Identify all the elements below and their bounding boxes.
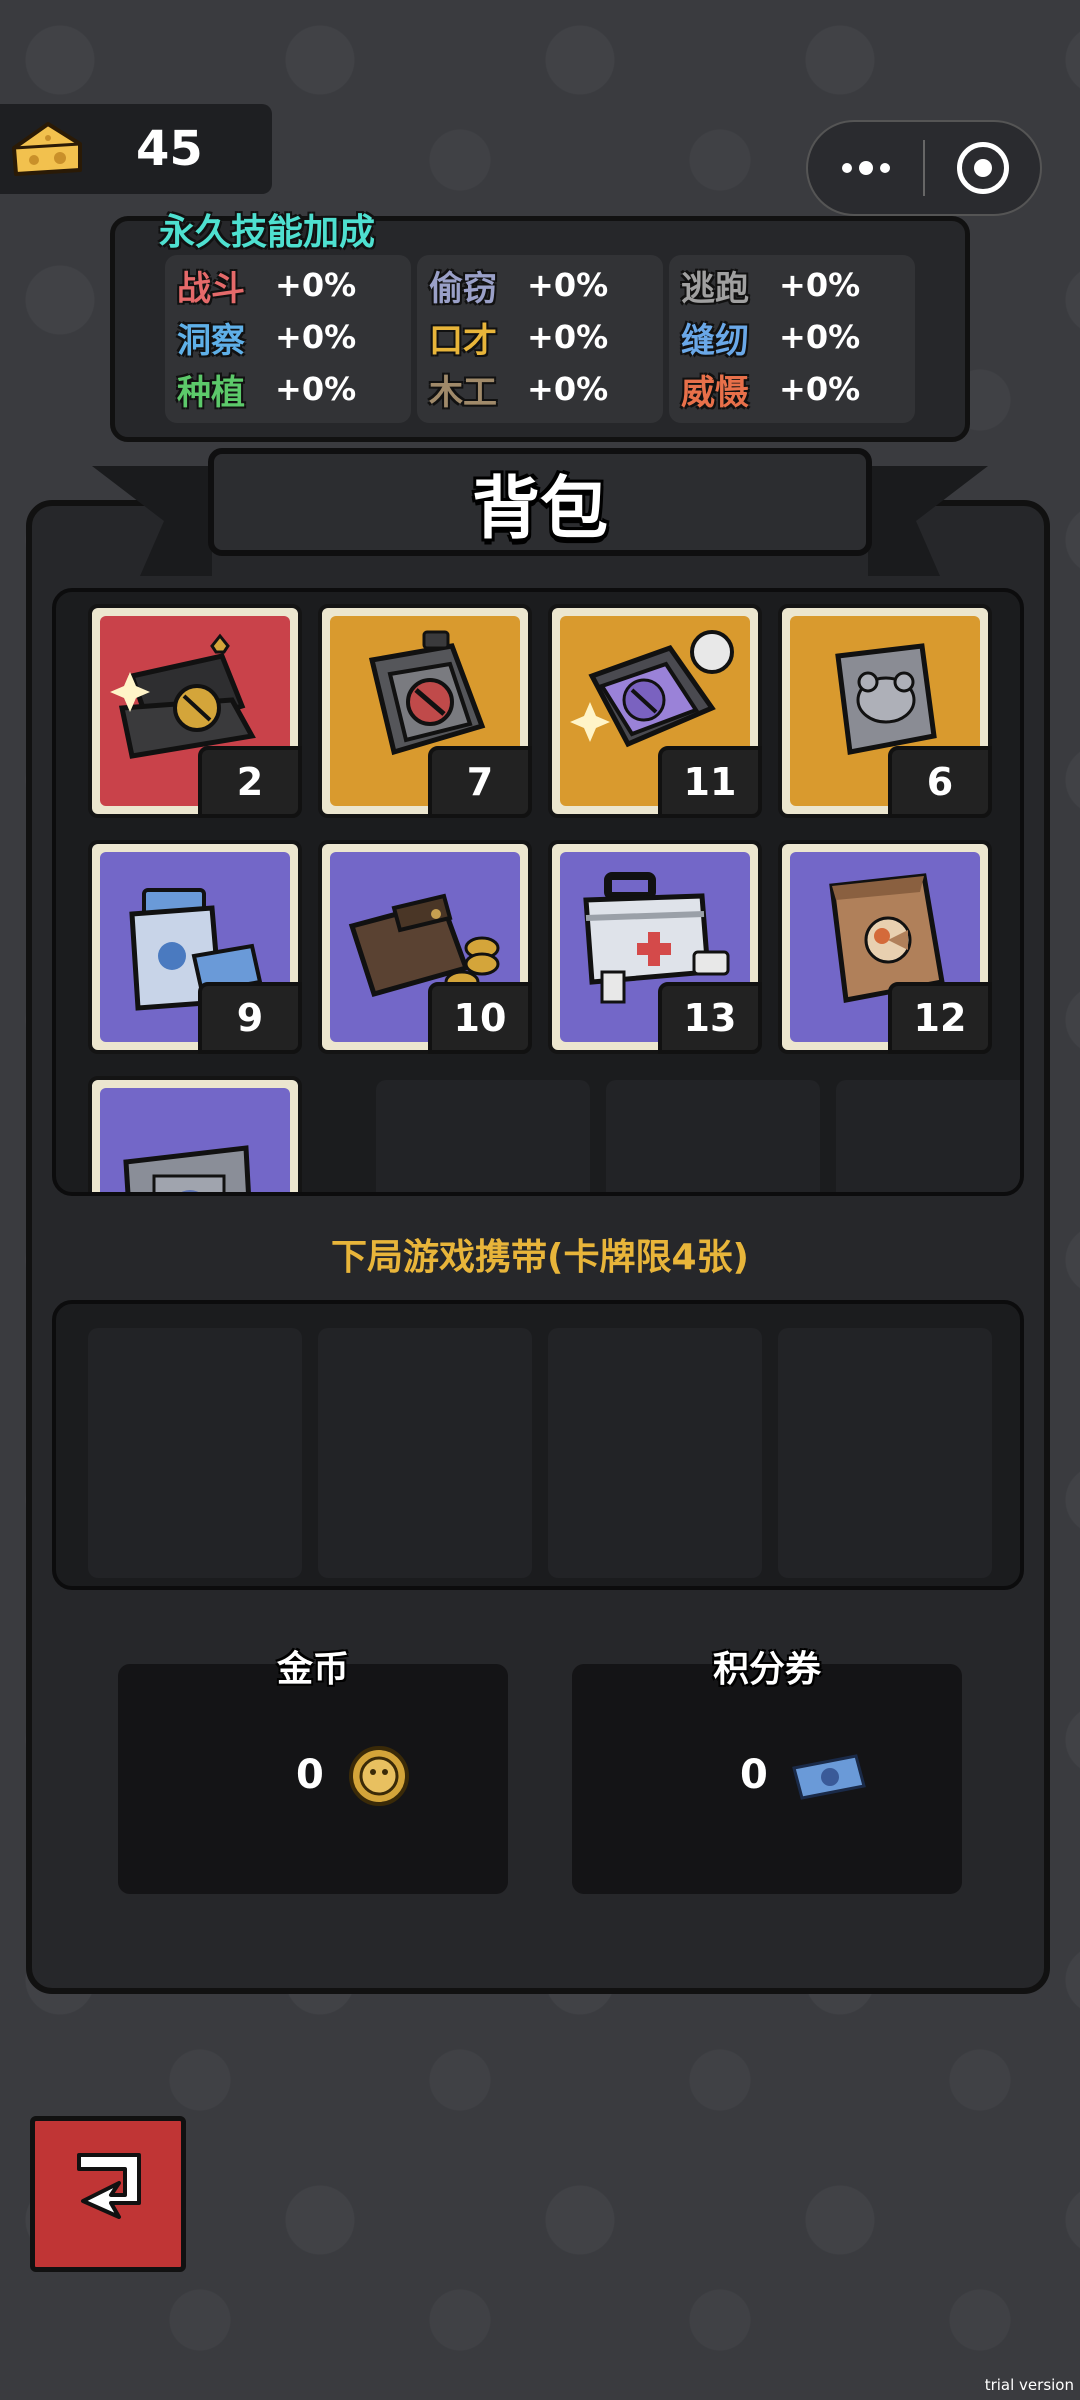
skill-name: 偷窃 xyxy=(429,268,497,309)
permanent-skill-panel: 永久技能加成 战斗 +0% 洞察 +0% 种植 +0% 偷窃 +0% 口才 +0… xyxy=(110,212,970,442)
metal-case-icon xyxy=(123,1145,251,1192)
inventory-card[interactable]: 13 xyxy=(548,840,762,1054)
skill-column-2: 偷窃 +0% 口才 +0% 木工 +0% xyxy=(417,255,663,423)
skill-panel-title: 永久技能加成 xyxy=(159,212,376,253)
inventory-card[interactable]: 9 xyxy=(88,840,302,1054)
carry-slot[interactable] xyxy=(318,1328,532,1578)
inventory-card[interactable] xyxy=(88,1076,302,1192)
more-button[interactable] xyxy=(808,122,923,214)
target-close-icon xyxy=(956,142,1009,194)
empty-slot xyxy=(376,1080,590,1192)
empty-slot xyxy=(606,1080,820,1192)
skill-name: 种植 xyxy=(177,372,245,413)
points-value: 0 xyxy=(740,1752,768,1798)
skill-row: 威慑 +0% xyxy=(681,363,903,415)
skill-value: +0% xyxy=(275,266,357,304)
cheese-counter: 45 xyxy=(0,104,272,194)
backpack-banner: 背包 xyxy=(208,448,872,556)
inventory-card[interactable]: 7 xyxy=(318,604,532,818)
skill-name: 洞察 xyxy=(177,320,245,361)
skill-row: 偷窃 +0% xyxy=(429,259,651,311)
skill-name: 战斗 xyxy=(177,268,245,309)
skill-row: 木工 +0% xyxy=(429,363,651,415)
return-arrow-icon xyxy=(77,2153,141,2219)
ticket-icon xyxy=(792,1754,866,1800)
carry-limit-label: 下局游戏携带(卡牌限4张) xyxy=(331,1237,749,1278)
carry-slot[interactable] xyxy=(778,1328,992,1578)
inventory-card[interactable]: 2 xyxy=(88,604,302,818)
skill-name: 木工 xyxy=(429,372,497,413)
item-count: 9 xyxy=(198,982,302,1054)
skill-row: 逃跑 +0% xyxy=(681,259,903,311)
skill-column-3: 逃跑 +0% 缝纫 +0% 威慑 +0% xyxy=(669,255,915,423)
trial-watermark: trial version xyxy=(984,2376,1074,2394)
inventory-card[interactable]: 11 xyxy=(548,604,762,818)
gold-label: 金币 xyxy=(276,1649,349,1690)
skill-value: +0% xyxy=(527,370,609,408)
item-count: 2 xyxy=(198,746,302,818)
carry-slot[interactable] xyxy=(548,1328,762,1578)
skill-row: 缝纫 +0% xyxy=(681,311,903,363)
skill-value: +0% xyxy=(779,370,861,408)
carry-slot[interactable] xyxy=(88,1328,302,1578)
skill-row: 种植 +0% xyxy=(177,363,399,415)
item-count: 12 xyxy=(888,982,992,1054)
skill-name: 缝纫 xyxy=(681,320,749,361)
gold-coin-icon xyxy=(349,1746,409,1806)
gold-value: 0 xyxy=(296,1752,324,1798)
more-dots-icon xyxy=(841,161,890,175)
skill-value: +0% xyxy=(779,318,861,356)
skill-value: +0% xyxy=(275,370,357,408)
item-count: 13 xyxy=(658,982,762,1054)
skill-name: 威慑 xyxy=(681,372,749,413)
skill-value: +0% xyxy=(527,266,609,304)
skill-value: +0% xyxy=(779,266,861,304)
skill-row: 口才 +0% xyxy=(429,311,651,363)
skill-value: +0% xyxy=(275,318,357,356)
inventory-card[interactable]: 10 xyxy=(318,840,532,1054)
item-count: 7 xyxy=(428,746,532,818)
empty-slot xyxy=(836,1080,1020,1192)
points-label: 积分券 xyxy=(712,1649,821,1690)
skill-name: 逃跑 xyxy=(681,268,749,309)
return-button[interactable] xyxy=(30,2116,186,2272)
item-count: 11 xyxy=(658,746,762,818)
inventory-grid[interactable]: 2 7 11 6 9 10 13 12 xyxy=(52,588,1024,1196)
carry-slots-area[interactable] xyxy=(52,1300,1024,1590)
skill-name: 口才 xyxy=(429,320,497,361)
backpack-title: 背包 xyxy=(471,469,608,549)
skill-row: 洞察 +0% xyxy=(177,311,399,363)
close-button[interactable] xyxy=(925,122,1040,214)
skill-column-1: 战斗 +0% 洞察 +0% 种植 +0% xyxy=(165,255,411,423)
item-count: 6 xyxy=(888,746,992,818)
item-count: 10 xyxy=(428,982,532,1054)
inventory-card[interactable]: 12 xyxy=(778,840,992,1054)
skill-value: +0% xyxy=(527,318,609,356)
cheese-count: 45 xyxy=(136,121,203,177)
cheese-icon xyxy=(12,122,82,176)
skill-row: 战斗 +0% xyxy=(177,259,399,311)
mini-program-capsule xyxy=(806,120,1042,216)
inventory-card[interactable]: 6 xyxy=(778,604,992,818)
